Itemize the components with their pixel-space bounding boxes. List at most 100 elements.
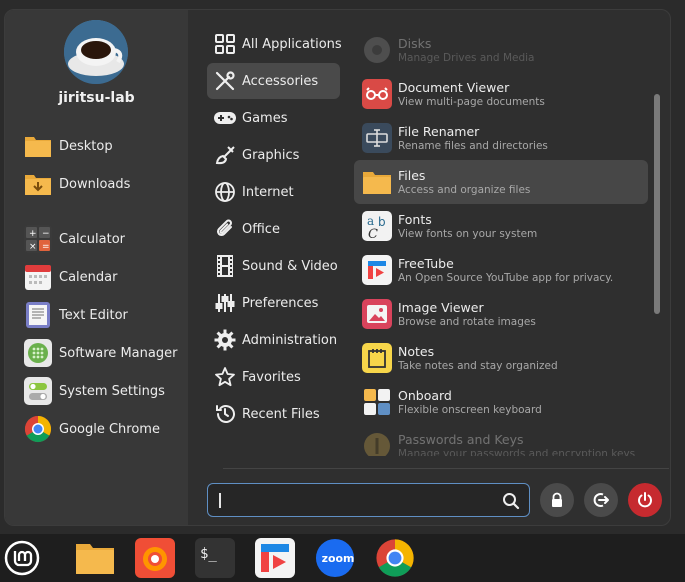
application-list: Disks Manage Drives and Media Document Vi…	[354, 28, 650, 456]
app-description: Flexible onscreen keyboard	[398, 404, 542, 416]
app-disks[interactable]: Disks Manage Drives and Media	[354, 28, 648, 72]
category-games[interactable]: Games	[207, 100, 340, 136]
freetube-icon	[255, 538, 295, 578]
keys-icon	[362, 431, 392, 456]
software-manager-icon	[24, 339, 52, 367]
favorite-label: Downloads	[59, 176, 131, 192]
category-favorites[interactable]: Favorites	[207, 359, 340, 395]
app-image-viewer[interactable]: Image Viewer Browse and rotate images	[354, 292, 648, 336]
app-name: Onboard	[398, 388, 452, 403]
application-menu: jiritsu-lab Desktop Downloads + − × = Calcu…	[4, 9, 671, 526]
favorite-google-chrome[interactable]: Google Chrome	[24, 413, 184, 445]
category-label: Administration	[242, 332, 338, 348]
app-file-renamer[interactable]: File Renamer Rename files and directories	[354, 116, 648, 160]
category-label: Games	[242, 110, 288, 126]
favorite-calendar[interactable]: Calendar	[24, 261, 184, 293]
app-description: Take notes and stay organized	[398, 360, 558, 372]
app-name: Fonts	[398, 212, 432, 227]
favorite-text-editor[interactable]: Text Editor	[24, 299, 184, 331]
app-description: Manage your passwords and encryption key…	[398, 448, 636, 456]
taskbar-freetube[interactable]	[255, 538, 295, 578]
app-passwords-and-keys[interactable]: Passwords and Keys Manage your passwords …	[354, 424, 648, 456]
app-fonts[interactable]: abC Fonts View fonts on your system	[354, 204, 648, 248]
category-recent-files[interactable]: Recent Files	[207, 396, 340, 432]
favorite-calculator[interactable]: + − × = Calculator	[24, 223, 184, 255]
app-name: Image Viewer	[398, 300, 484, 315]
app-description: Rename files and directories	[398, 140, 548, 152]
category-label: Office	[242, 221, 280, 237]
image-viewer-icon	[362, 299, 392, 329]
search-box[interactable]	[207, 483, 530, 517]
svg-text:=: =	[42, 242, 50, 252]
category-office[interactable]: Office	[207, 211, 340, 247]
app-document-viewer[interactable]: Document Viewer View multi-page documents	[354, 72, 648, 116]
favorite-label: System Settings	[59, 383, 165, 399]
taskbar: $_ zoom	[0, 534, 685, 582]
zoom-icon: zoom	[315, 538, 355, 578]
divider	[223, 468, 669, 469]
category-label: Preferences	[242, 295, 319, 311]
category-accessories[interactable]: Accessories	[207, 63, 340, 99]
category-preferences[interactable]: Preferences	[207, 285, 340, 321]
app-list-scrollbar[interactable]	[654, 94, 660, 314]
app-description: View fonts on your system	[398, 228, 538, 240]
taskbar-chrome[interactable]	[375, 538, 415, 578]
terminal-icon: $_	[195, 538, 235, 578]
favorite-desktop[interactable]: Desktop	[24, 130, 184, 162]
lock-screen-button[interactable]	[540, 483, 574, 517]
app-name: FreeTube	[398, 256, 454, 271]
calculator-icon: + − × =	[24, 225, 52, 253]
category-label: All Applications	[242, 36, 342, 52]
category-sound-video[interactable]: Sound & Video	[207, 248, 340, 284]
category-graphics[interactable]: Graphics	[207, 137, 340, 173]
chrome-icon	[376, 539, 414, 577]
taskbar-zoom[interactable]: zoom	[315, 538, 355, 578]
favorite-label: Google Chrome	[59, 421, 160, 437]
user-avatar[interactable]	[64, 20, 128, 84]
category-all-applications[interactable]: All Applications	[207, 26, 342, 62]
app-notes[interactable]: Notes Take notes and stay organized	[354, 336, 648, 380]
app-name: Document Viewer	[398, 80, 510, 95]
mint-menu-icon	[4, 540, 40, 576]
file-renamer-icon	[362, 123, 392, 153]
category-label: Graphics	[242, 147, 300, 163]
category-label: Accessories	[242, 73, 319, 89]
document-viewer-icon	[362, 79, 392, 109]
app-onboard[interactable]: Onboard Flexible onscreen keyboard	[354, 380, 648, 424]
svg-text:$_: $_	[200, 546, 217, 562]
favorite-software-manager[interactable]: Software Manager	[24, 337, 184, 369]
app-name: Notes	[398, 344, 435, 359]
app-freetube[interactable]: FreeTube An Open Source YouTube app for p…	[354, 248, 648, 292]
search-input[interactable]	[216, 490, 486, 510]
app-description: Access and organize files	[398, 184, 531, 196]
lock-icon	[552, 492, 562, 507]
logout-button[interactable]	[584, 483, 618, 517]
mint-menu-button[interactable]	[2, 538, 42, 578]
category-administration[interactable]: Administration	[207, 322, 340, 358]
category-label: Internet	[242, 184, 294, 200]
svg-text:C: C	[368, 227, 378, 240]
calendar-icon	[24, 263, 52, 291]
app-name: Passwords and Keys	[398, 432, 524, 447]
taskbar-files[interactable]	[75, 538, 115, 578]
firefox-icon	[135, 538, 175, 578]
username: jiritsu-lab	[58, 90, 135, 106]
svg-text:zoom: zoom	[322, 552, 355, 565]
paint-icon	[212, 142, 238, 168]
settings-icon	[24, 377, 52, 405]
favorite-downloads[interactable]: Downloads	[24, 168, 184, 200]
app-files[interactable]: Files Access and organize files	[354, 160, 648, 204]
app-description: Manage Drives and Media	[398, 52, 535, 64]
app-description: An Open Source YouTube app for privacy.	[398, 272, 614, 284]
text-editor-icon	[24, 301, 52, 329]
favorite-system-settings[interactable]: System Settings	[24, 375, 184, 407]
shutdown-button[interactable]	[628, 483, 662, 517]
category-internet[interactable]: Internet	[207, 174, 340, 210]
app-name: Files	[398, 168, 426, 183]
gamepad-icon	[212, 105, 238, 131]
taskbar-terminal[interactable]: $_	[195, 538, 235, 578]
search-icon[interactable]	[501, 491, 521, 511]
category-label: Sound & Video	[242, 258, 338, 274]
taskbar-firefox[interactable]	[135, 538, 175, 578]
app-name: Disks	[398, 36, 432, 51]
